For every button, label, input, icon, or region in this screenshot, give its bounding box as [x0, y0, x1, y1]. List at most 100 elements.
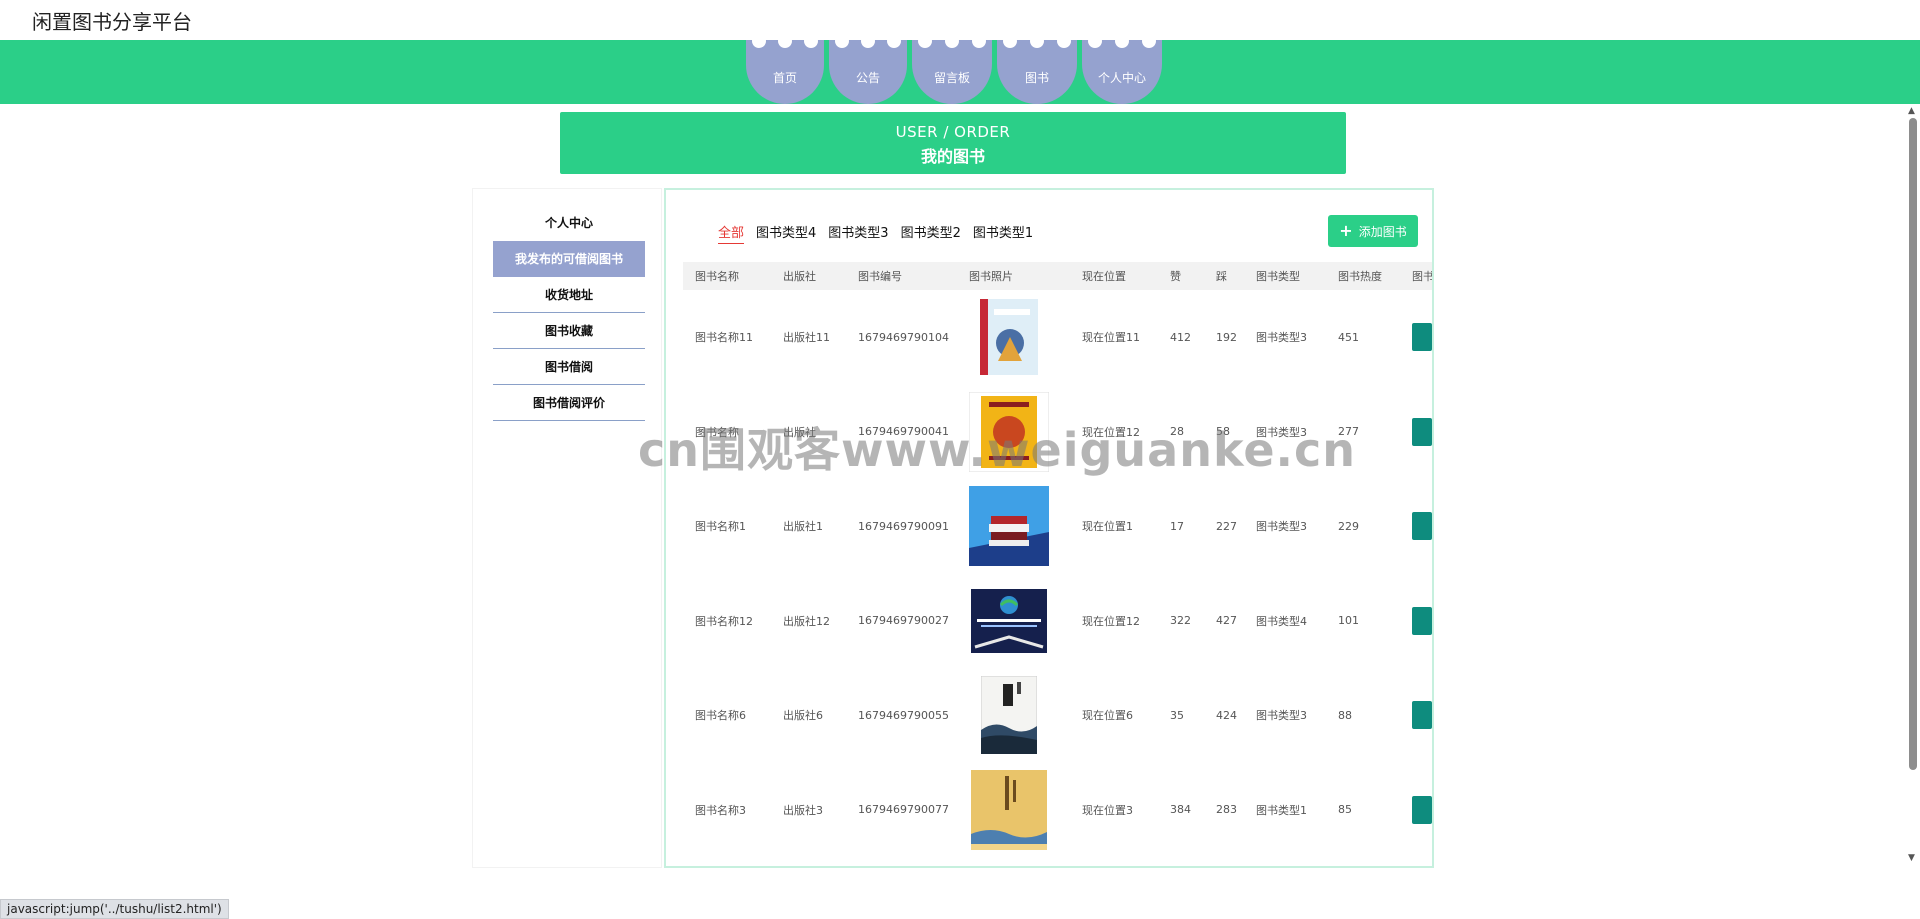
- cell-position: 现在位置1: [1082, 520, 1133, 534]
- cell-position: 现在位置3: [1082, 803, 1133, 817]
- cell-hot: 101: [1338, 614, 1359, 628]
- cell-name: 图书名称: [695, 425, 739, 439]
- scroll-down-arrow-icon[interactable]: ▼: [1908, 853, 1915, 863]
- sidebar-item-borrow[interactable]: 图书借阅: [493, 349, 645, 385]
- filter-all[interactable]: 全部: [718, 222, 745, 244]
- filter-type-4[interactable]: 图书类型4: [756, 222, 816, 244]
- header-publisher: 出版社: [771, 262, 846, 290]
- cell-position: 现在位置11: [1082, 331, 1140, 345]
- sidebar-item-favorites[interactable]: 图书收藏: [493, 313, 645, 349]
- add-book-button[interactable]: + 添加图书: [1328, 215, 1418, 247]
- filter-type-1[interactable]: 图书类型1: [973, 222, 1033, 244]
- table-header-row: 图书名称 出版社 图书编号 图书照片 现在位置 赞 踩 图书类型 图书热度 图书: [683, 262, 1432, 290]
- sidebar-item-address[interactable]: 收货地址: [493, 277, 645, 313]
- sidebar-item-user-center[interactable]: 个人中心: [493, 205, 645, 241]
- cell-hot: 451: [1338, 330, 1359, 344]
- nav-scallop-dots: [835, 34, 901, 48]
- header-photo: 图书照片: [957, 262, 1070, 290]
- row-action-button[interactable]: [1412, 795, 1432, 824]
- cell-likes: 412: [1170, 330, 1191, 344]
- book-cover-image: [969, 769, 1049, 850]
- cell-hot: 88: [1338, 708, 1352, 722]
- nav-item-notice[interactable]: 公告: [829, 34, 907, 104]
- sidebar-item-my-books[interactable]: 我发布的可借阅图书: [493, 241, 645, 277]
- site-title: 闲置图书分享平台: [32, 10, 192, 34]
- book-cover-image: [969, 297, 1049, 377]
- cell-code: 1679469790041: [858, 425, 949, 439]
- book-table-wrapper: 图书名称 出版社 图书编号 图书照片 现在位置 赞 踩 图书类型 图书热度 图书…: [683, 262, 1432, 857]
- nav-item-message-board[interactable]: 留言板: [912, 34, 992, 104]
- cell-dislikes: 192: [1216, 330, 1237, 344]
- cell-code: 1679469790077: [858, 803, 949, 817]
- cell-likes: 28: [1170, 425, 1184, 439]
- cell-hot: 85: [1338, 803, 1352, 817]
- table-row: 图书名称11 出版社11 1679469790104 现在位置11 412 19…: [683, 290, 1432, 385]
- cell-dislikes: 227: [1216, 519, 1237, 533]
- nav-scallop-dots: [918, 34, 986, 48]
- cell-publisher: 出版社3: [783, 803, 823, 817]
- add-book-label: 添加图书: [1358, 224, 1407, 239]
- cell-publisher: 出版社: [783, 425, 816, 439]
- book-cover-image: [969, 581, 1049, 661]
- header-hot: 图书热度: [1326, 262, 1400, 290]
- row-action-button[interactable]: [1412, 512, 1432, 541]
- cell-name: 图书名称6: [695, 709, 746, 723]
- row-action-button[interactable]: [1412, 323, 1432, 352]
- cell-code: 1679469790027: [858, 614, 949, 628]
- cell-dislikes: 58: [1216, 425, 1230, 439]
- table-row: 图书名称1 出版社1 1679469790091 现在位置1 17 227 图书…: [683, 479, 1432, 574]
- cell-type: 图书类型3: [1256, 520, 1307, 534]
- scrollbar-thumb[interactable]: [1909, 118, 1917, 770]
- row-action-button[interactable]: [1412, 606, 1432, 635]
- cell-name: 图书名称12: [695, 614, 753, 628]
- cell-position: 现在位置12: [1082, 425, 1140, 439]
- cell-publisher: 出版社11: [783, 331, 830, 345]
- nav-scallop-dots: [1088, 34, 1156, 48]
- nav-item-books[interactable]: 图书: [997, 34, 1077, 104]
- book-cover-image: [969, 486, 1049, 567]
- header-actions: 图书: [1400, 262, 1432, 290]
- filter-type-2[interactable]: 图书类型2: [901, 222, 961, 244]
- cell-name: 图书名称3: [695, 803, 746, 817]
- nav-scallop-dots: [752, 34, 818, 48]
- book-cover-image: [969, 675, 1049, 755]
- row-action-button[interactable]: [1412, 701, 1432, 730]
- header-likes: 赞: [1158, 262, 1204, 290]
- status-bar-url: javascript:jump('../tushu/list2.html'): [0, 899, 229, 919]
- cell-code: 1679469790104: [858, 330, 949, 344]
- cell-position: 现在位置12: [1082, 614, 1140, 628]
- cell-publisher: 出版社6: [783, 709, 823, 723]
- header-name: 图书名称: [683, 262, 771, 290]
- cell-code: 1679469790091: [858, 519, 949, 533]
- cell-likes: 17: [1170, 519, 1184, 533]
- nav-item-label: 公告: [855, 70, 880, 85]
- cell-dislikes: 283: [1216, 803, 1237, 817]
- cell-name: 图书名称11: [695, 331, 753, 345]
- cell-type: 图书类型3: [1256, 331, 1307, 345]
- banner-subtitle: USER / ORDER: [895, 123, 1011, 141]
- nav-item-label: 留言板: [933, 70, 970, 85]
- cell-type: 图书类型3: [1256, 709, 1307, 723]
- nav-item-home[interactable]: 首页: [746, 34, 824, 104]
- filter-type-3[interactable]: 图书类型3: [828, 222, 888, 244]
- nav-item-user-center[interactable]: 个人中心: [1082, 34, 1162, 104]
- cell-likes: 322: [1170, 614, 1191, 628]
- cell-hot: 277: [1338, 425, 1359, 439]
- plus-icon: +: [1339, 221, 1353, 240]
- table-row: 图书名称6 出版社6 1679469790055 现在位置6 35 424 图书…: [683, 668, 1432, 763]
- sidebar: 个人中心 我发布的可借阅图书 收货地址 图书收藏 图书借阅 图书借阅评价: [472, 188, 662, 868]
- nav-item-label: 首页: [772, 70, 797, 85]
- book-table: 图书名称 出版社 图书编号 图书照片 现在位置 赞 踩 图书类型 图书热度 图书…: [683, 262, 1432, 857]
- page-banner: USER / ORDER 我的图书: [560, 112, 1346, 174]
- row-action-button[interactable]: [1412, 417, 1432, 446]
- sidebar-menu: 个人中心 我发布的可借阅图书 收货地址 图书收藏 图书借阅 图书借阅评价: [493, 205, 645, 421]
- header-position: 现在位置: [1070, 262, 1158, 290]
- cell-name: 图书名称1: [695, 520, 746, 534]
- scroll-up-arrow-icon[interactable]: ▲: [1908, 106, 1915, 116]
- cell-likes: 384: [1170, 803, 1191, 817]
- sidebar-item-borrow-review[interactable]: 图书借阅评价: [493, 385, 645, 421]
- banner-title: 我的图书: [920, 147, 985, 166]
- table-row: 图书名称12 出版社12 1679469790027 现在位置12 322 42…: [683, 574, 1432, 669]
- cell-likes: 35: [1170, 708, 1184, 722]
- header-dislikes: 踩: [1204, 262, 1244, 290]
